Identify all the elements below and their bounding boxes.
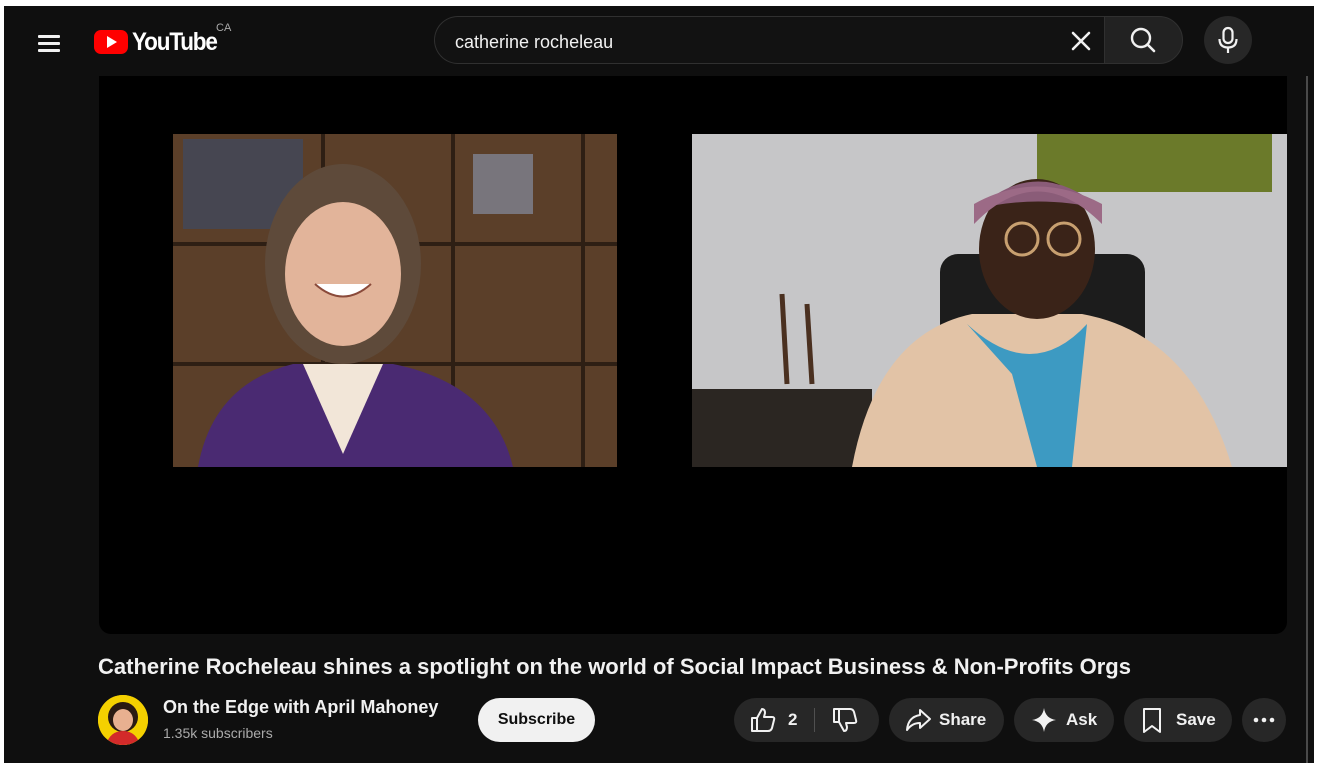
save-label: Save (1176, 710, 1216, 729)
share-icon (906, 709, 931, 731)
dislike-button[interactable] (816, 698, 879, 742)
channel-avatar[interactable] (98, 695, 148, 745)
avatar-icon (98, 695, 148, 745)
menu-icon (38, 35, 60, 38)
video-frame-right (692, 134, 1287, 467)
like-divider (814, 708, 815, 732)
youtube-play-icon (94, 30, 128, 54)
thumbs-down-icon (833, 708, 858, 732)
video-title: Catherine Rocheleau shines a spotlight o… (98, 654, 1131, 679)
video-pane-right (692, 134, 1287, 467)
country-code: CA (216, 22, 232, 34)
like-count: 2 (788, 710, 798, 729)
video-player[interactable] (99, 76, 1287, 634)
sparkle-icon (1032, 708, 1056, 732)
voice-search-button[interactable] (1204, 16, 1252, 64)
search-button[interactable] (1104, 16, 1183, 64)
like-dislike-group: 2 (734, 698, 879, 742)
scrollbar-track[interactable] (1306, 76, 1308, 763)
logo-text: YouTube (132, 27, 218, 56)
subscriber-count: 1.35k subscribers (163, 725, 273, 741)
top-bar: YouTube CA (4, 6, 1314, 76)
ask-label: Ask (1066, 710, 1098, 729)
search-box (434, 16, 1104, 64)
subscribe-button[interactable]: Subscribe (478, 698, 595, 742)
video-pane-left (173, 134, 617, 467)
mic-icon (1218, 26, 1238, 53)
more-icon (1253, 717, 1275, 723)
clear-icon (1071, 31, 1091, 51)
video-frame-left (173, 134, 617, 467)
channel-name[interactable]: On the Edge with April Mahoney (163, 697, 438, 718)
ask-button[interactable]: Ask (1014, 698, 1114, 742)
save-button[interactable]: Save (1124, 698, 1232, 742)
bookmark-icon (1143, 708, 1161, 733)
thumbs-up-icon (751, 708, 776, 732)
like-button[interactable]: 2 (734, 698, 812, 742)
share-label: Share (939, 710, 987, 729)
menu-button[interactable] (28, 24, 68, 60)
youtube-watch-page: YouTube CA catherine rocheleau Catherine… (4, 6, 1314, 763)
search-input[interactable] (453, 29, 1017, 55)
youtube-logo[interactable]: YouTube (94, 26, 226, 58)
search-icon (1130, 27, 1156, 53)
more-actions-button[interactable] (1242, 698, 1286, 742)
clear-search-button[interactable] (1065, 25, 1097, 57)
share-button[interactable]: Share (889, 698, 1004, 742)
